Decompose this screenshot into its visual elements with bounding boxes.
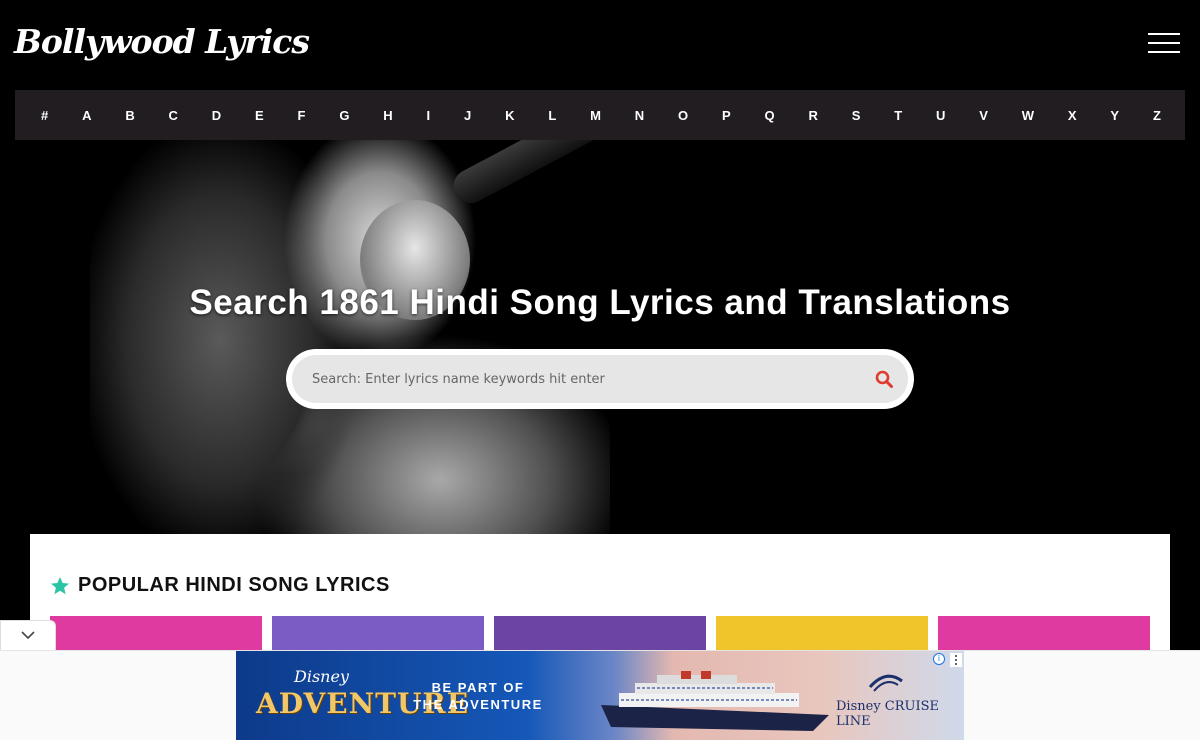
more-vertical-icon[interactable]: [950, 653, 962, 667]
ad-banner[interactable]: Disney ADVENTURE BE PART OF THE ADVENTUR…: [236, 651, 964, 740]
alphabet-link-a[interactable]: A: [82, 108, 91, 123]
alphabet-link-e[interactable]: E: [255, 108, 264, 123]
cruise-line-logo-icon: [868, 674, 903, 692]
alphabet-link-l[interactable]: L: [548, 108, 556, 123]
alphabet-link-t[interactable]: T: [894, 108, 902, 123]
alphabet-link-m[interactable]: M: [590, 108, 601, 123]
section-title: POPULAR HINDI SONG LYRICS: [78, 574, 390, 596]
search-box: [286, 349, 914, 409]
search-icon[interactable]: [874, 369, 894, 389]
alphabet-link-hash[interactable]: #: [41, 108, 48, 123]
alphabet-link-j[interactable]: J: [464, 108, 471, 123]
search-input[interactable]: [312, 367, 852, 391]
alphabet-link-f[interactable]: F: [298, 108, 306, 123]
alphabet-nav: # A B C D E F G H I J K L M N O P Q R S T U V W X Y Z: [15, 90, 1185, 140]
alphabet-link-z[interactable]: Z: [1153, 108, 1161, 123]
cruise-ship-image: [601, 671, 829, 731]
alphabet-link-h[interactable]: H: [383, 108, 392, 123]
info-icon[interactable]: i: [933, 653, 945, 665]
ad-cta-line2: THE ADVENTURE: [413, 697, 543, 712]
alphabet-link-k[interactable]: K: [505, 108, 514, 123]
ad-cta-line1: BE PART OF: [431, 680, 525, 695]
ad-cruise-line: Disney CRUISE LINE: [836, 699, 940, 729]
alphabet-link-w[interactable]: W: [1022, 108, 1034, 123]
alphabet-link-c[interactable]: C: [169, 108, 178, 123]
ad-bar: Disney ADVENTURE BE PART OF THE ADVENTUR…: [0, 650, 1200, 740]
chevron-down-icon: [21, 631, 35, 640]
alphabet-link-n[interactable]: N: [635, 108, 644, 123]
page: Bollywood Lyrics # A B C D E F G H I J K L M N O P Q R S T U V…: [0, 0, 1200, 740]
collapse-ad-button[interactable]: [0, 620, 56, 650]
alphabet-link-i[interactable]: I: [427, 108, 431, 123]
site-logo[interactable]: Bollywood Lyrics: [14, 22, 310, 61]
alphabet-link-b[interactable]: B: [125, 108, 134, 123]
hamburger-menu-icon[interactable]: [1148, 33, 1180, 55]
alphabet-link-d[interactable]: D: [212, 108, 221, 123]
alphabet-link-o[interactable]: O: [678, 108, 688, 123]
ad-cta: BE PART OF THE ADVENTURE: [408, 679, 548, 713]
star-icon: [51, 576, 69, 594]
alphabet-link-s[interactable]: S: [852, 108, 861, 123]
ad-disney-wordmark: Disney: [294, 667, 349, 686]
hero-title: Search 1861 Hindi Song Lyrics and Transl…: [189, 283, 1011, 322]
alphabet-link-q[interactable]: Q: [765, 108, 775, 123]
alphabet-link-u[interactable]: U: [936, 108, 945, 123]
alphabet-link-y[interactable]: Y: [1110, 108, 1119, 123]
alphabet-link-v[interactable]: V: [979, 108, 988, 123]
alphabet-link-g[interactable]: G: [339, 108, 349, 123]
alphabet-link-p[interactable]: P: [722, 108, 731, 123]
alphabet-link-r[interactable]: R: [808, 108, 817, 123]
alphabet-link-x[interactable]: X: [1068, 108, 1077, 123]
